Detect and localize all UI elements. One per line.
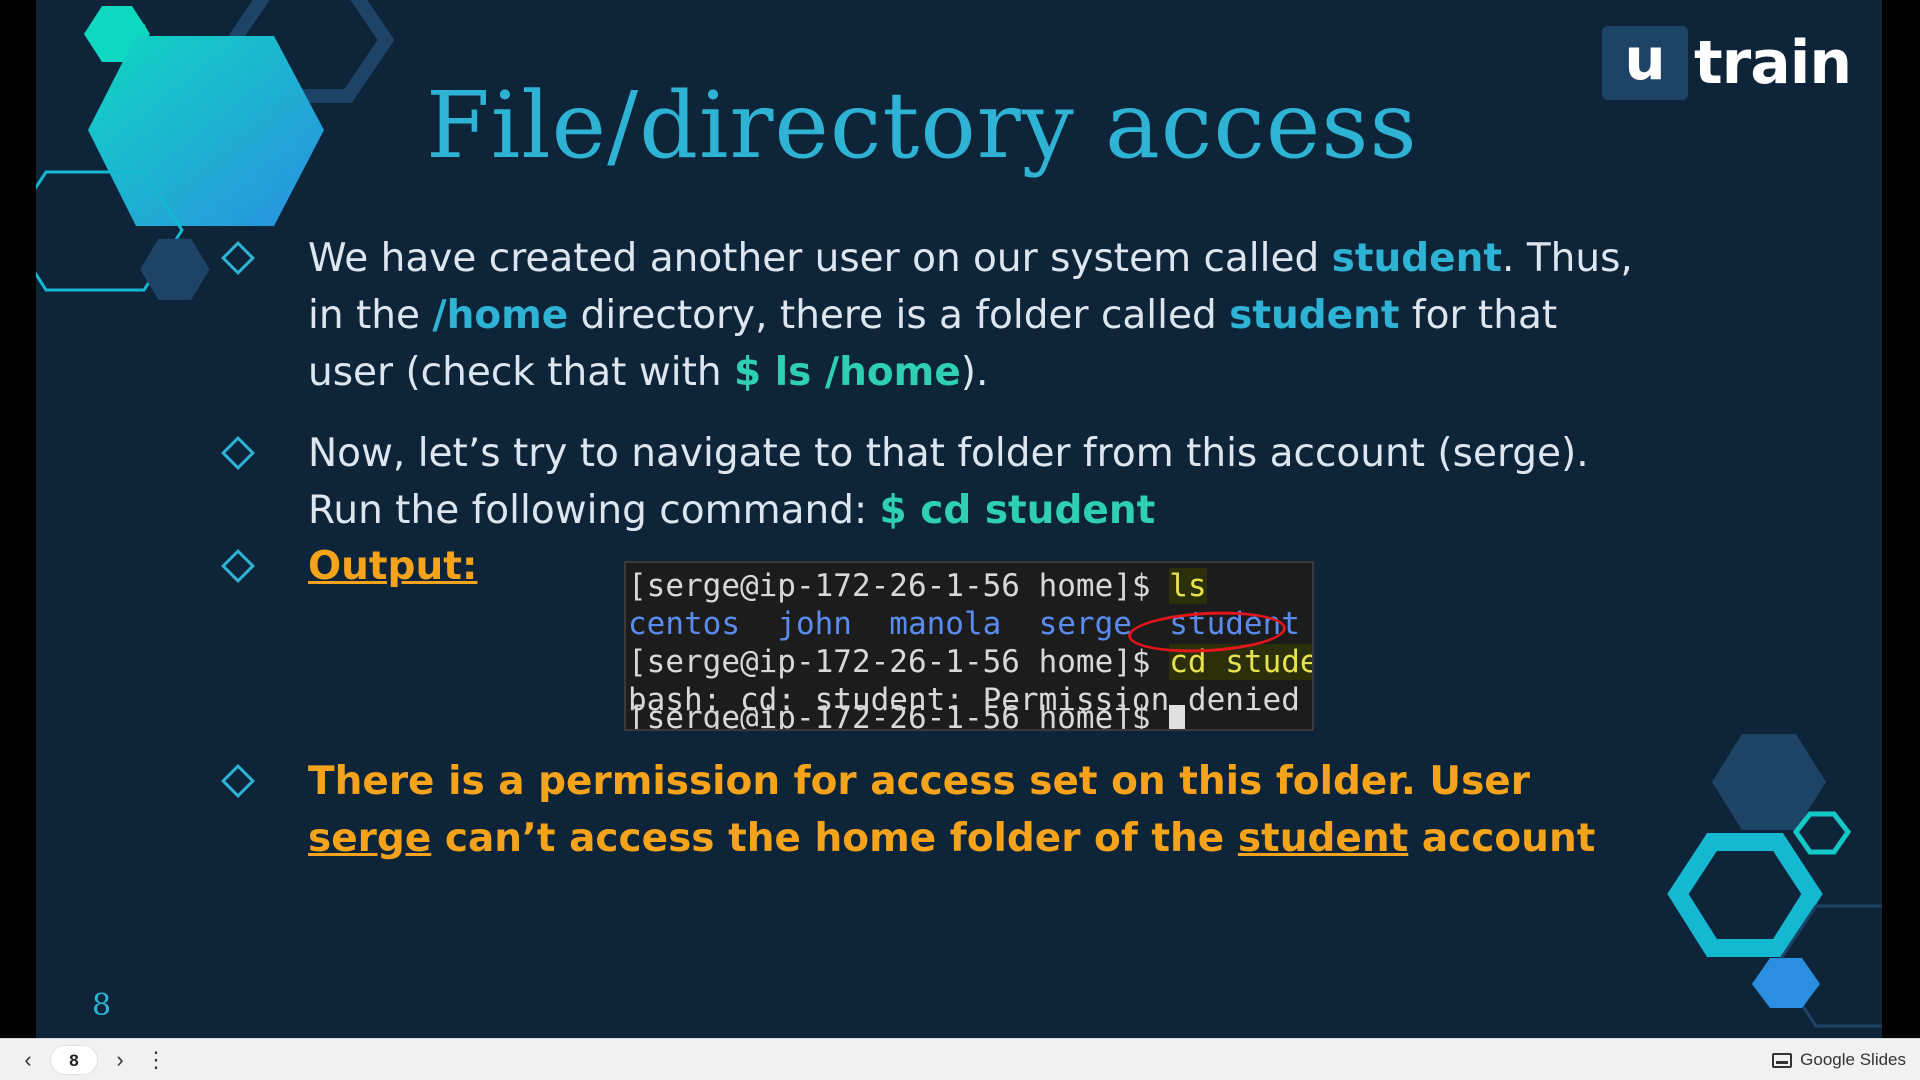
more-options-button[interactable]: ⋮ [144,1039,168,1080]
slide-title: File/directory access [426,72,1418,179]
dir-entry: serge [1038,606,1132,642]
bullet-text: Now, let’s try to navigate to that folde… [308,425,1638,539]
previous-slide-button[interactable]: ‹ [14,1039,42,1080]
more-vert-icon: ⋮ [145,1047,167,1072]
next-slide-button[interactable]: › [106,1039,134,1080]
app-label: Google Slides [1800,1050,1906,1069]
dir-entry: manola [889,606,1002,642]
bullet-text: We have created another user on our syst… [308,230,1638,401]
bullet-text-span: student [1331,236,1503,281]
bullet-text-span: can’t access the home folder of the [431,816,1238,861]
bullet-item: There is a permission for access set on … [221,753,1595,861]
hexagon-shape [1667,833,1823,957]
hexagon-shape [1792,811,1852,855]
google-slides-link[interactable]: Google Slides [1772,1039,1906,1080]
bullet-item: Output: [221,538,477,589]
hexagon-shape [1752,958,1820,1008]
slide-page-number: 8 [92,988,112,1023]
diamond-bullet-icon [221,436,255,470]
bullet-text-span: There is a permission for access set on … [308,759,1530,804]
page-number-input[interactable]: 8 [50,1045,98,1075]
utrain-logo: u train [1602,26,1852,100]
bullet-item: Now, let’s try to navigate to that folde… [221,425,1589,533]
terminal-prompt: [serge@ip-172-26-1-56 home]$ [628,700,1170,731]
hexagon-shape [140,238,210,300]
bullet-text-span: account [1408,816,1596,861]
bullet-text-span: ). [960,350,989,395]
bullet-text-span: serge [308,816,432,861]
terminal-prompt: [serge@ip-172-26-1-56 home]$ [628,568,1170,604]
slides-icon [1772,1052,1793,1068]
bullet-item: We have created another user on our syst… [221,230,1633,395]
diamond-bullet-icon [221,764,255,798]
bullet-text-span: Output: [308,544,478,589]
diamond-bullet-icon [221,549,255,583]
bullet-text-span: directory, there is a folder called [568,293,1230,338]
cursor [1169,704,1186,729]
bullet-text-span: We have created another user on our syst… [308,236,1332,281]
logo-text: train [1694,28,1852,98]
bullet-text-span: $ cd student [879,488,1156,533]
terminal-line: [serge@ip-172-26-1-56 home]$ ls [628,567,1312,605]
diamond-bullet-icon [221,241,255,275]
bullet-text-span: $ ls /home [734,350,961,395]
bottom-bar: ‹ 8 › ⋮ Google Slides [0,1038,1920,1080]
slide: u train File/directory access We have cr… [36,0,1882,1038]
chevron-right-icon: › [116,1047,124,1072]
dir-entry: centos [628,606,740,642]
chevron-left-icon: ‹ [24,1047,32,1072]
dir-entry: john [777,606,852,642]
hexagon-shape [88,36,324,226]
terminal-screenshot: [serge@ip-172-26-1-56 home]$ ls centos j… [624,561,1314,731]
bullet-text-span: /home [432,293,569,338]
bullet-text-span: student [1237,816,1409,861]
bullet-text-span: student [1229,293,1400,338]
terminal-command: ls [1169,568,1207,604]
bullet-text: There is a permission for access set on … [308,753,1638,867]
terminal-prompt: [serge@ip-172-26-1-56 home]$ [628,644,1170,680]
